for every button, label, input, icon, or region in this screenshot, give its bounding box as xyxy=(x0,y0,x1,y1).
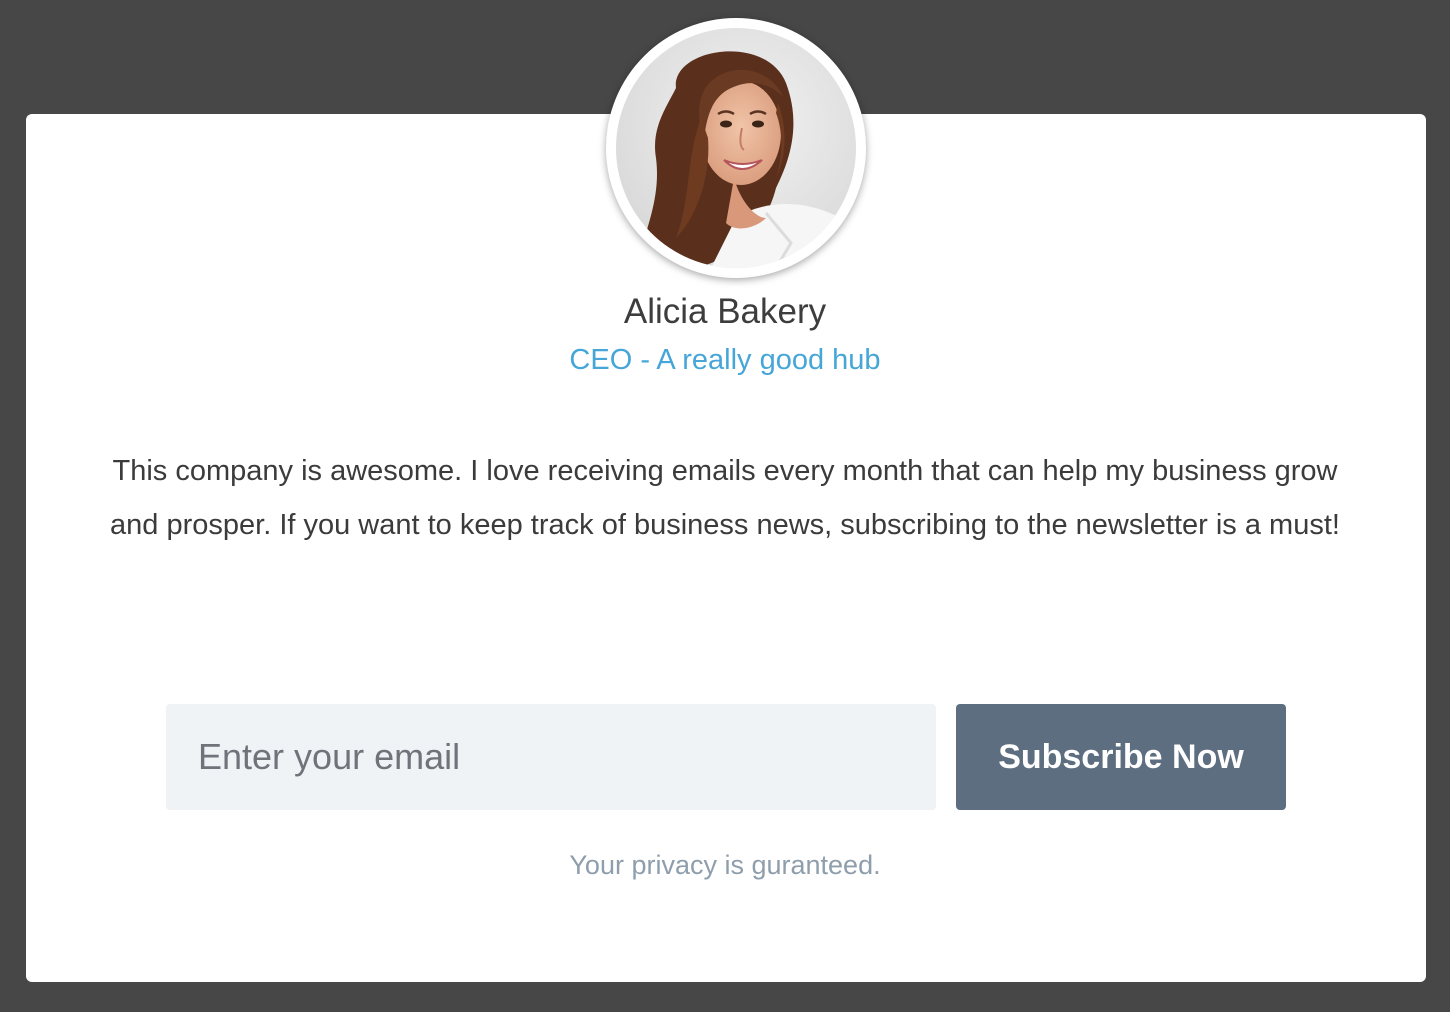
subscribe-button[interactable]: Subscribe Now xyxy=(956,704,1286,810)
email-input[interactable] xyxy=(166,704,936,810)
testimonial-name: Alicia Bakery xyxy=(623,292,827,331)
testimonial-role: CEO - A really good hub xyxy=(569,344,881,376)
privacy-note: Your privacy is guranteed. xyxy=(569,850,881,880)
avatar xyxy=(606,18,866,278)
testimonial-quote: This company is awesome. I love receivin… xyxy=(110,455,1340,541)
avatar-photo xyxy=(616,28,856,268)
